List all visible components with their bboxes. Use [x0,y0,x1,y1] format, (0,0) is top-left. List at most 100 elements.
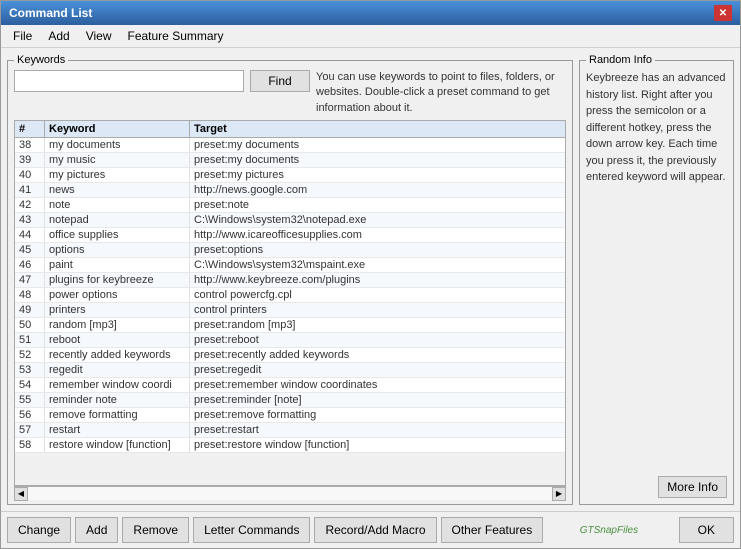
cell-num: 55 [15,393,45,407]
letter-commands-button[interactable]: Letter Commands [193,517,310,543]
cell-keyword: remove formatting [45,408,190,422]
keywords-legend: Keywords [14,54,68,66]
cell-target: preset:regedit [190,363,565,377]
table-row[interactable]: 48power optionscontrol powercfg.cpl [15,288,565,303]
keyword-table: # Keyword Target 38my documentspreset:my… [14,120,566,486]
add-button[interactable]: Add [75,517,118,543]
cell-num: 51 [15,333,45,347]
cell-num: 41 [15,183,45,197]
cell-target: preset:reboot [190,333,565,347]
table-header: # Keyword Target [15,121,565,138]
cell-target: http://news.google.com [190,183,565,197]
table-row[interactable]: 50random [mp3]preset:random [mp3] [15,318,565,333]
cell-target: http://www.keybreeze.com/plugins [190,273,565,287]
col-target-header: Target [190,121,565,137]
table-row[interactable]: 58restore window [function]preset:restor… [15,438,565,453]
menu-view[interactable]: View [78,27,120,45]
remove-button[interactable]: Remove [122,517,189,543]
cell-keyword: my documents [45,138,190,152]
table-row[interactable]: 41newshttp://news.google.com [15,183,565,198]
random-info-legend: Random Info [586,54,655,66]
menu-feature-summary[interactable]: Feature Summary [120,27,232,45]
cell-keyword: my music [45,153,190,167]
table-row[interactable]: 45optionspreset:options [15,243,565,258]
scroll-right-button[interactable]: ▶ [552,487,566,501]
table-row[interactable]: 51rebootpreset:reboot [15,333,565,348]
scroll-left-button[interactable]: ◀ [14,487,28,501]
cell-keyword: printers [45,303,190,317]
menu-add[interactable]: Add [40,27,77,45]
table-row[interactable]: 40my picturespreset:my pictures [15,168,565,183]
cell-keyword: plugins for keybreeze [45,273,190,287]
table-row[interactable]: 44office supplieshttp://www.icareoffices… [15,228,565,243]
cell-target: preset:restart [190,423,565,437]
cell-target: http://www.icareofficesupplies.com [190,228,565,242]
cell-target: preset:my documents [190,138,565,152]
horizontal-scrollbar: ◀ ▶ [14,486,566,500]
table-row[interactable]: 46paintC:\Windows\system32\mspaint.exe [15,258,565,273]
other-features-button[interactable]: Other Features [441,517,544,543]
keyword-input[interactable] [14,70,244,92]
close-button[interactable]: ✕ [714,5,732,21]
table-row[interactable]: 49printerscontrol printers [15,303,565,318]
cell-num: 53 [15,363,45,377]
right-panel: Random Info Keybreeze has an advanced hi… [579,54,734,505]
cell-target: preset:my pictures [190,168,565,182]
cell-target: preset:note [190,198,565,212]
cell-keyword: random [mp3] [45,318,190,332]
cell-keyword: note [45,198,190,212]
col-keyword-header: Keyword [45,121,190,137]
cell-target: preset:restore window [function] [190,438,565,452]
table-row[interactable]: 47plugins for keybreezehttp://www.keybre… [15,273,565,288]
main-window: Command List ✕ File Add View Feature Sum… [0,0,741,549]
table-row[interactable]: 43notepadC:\Windows\system32\notepad.exe [15,213,565,228]
cell-num: 44 [15,228,45,242]
cell-target: preset:remember window coordinates [190,378,565,392]
table-row[interactable]: 52recently added keywordspreset:recently… [15,348,565,363]
menu-file[interactable]: File [5,27,40,45]
keywords-help-text: You can use keywords to point to files, … [316,70,566,116]
cell-target: preset:my documents [190,153,565,167]
keywords-fieldset: Keywords Find You can use keywords to po… [7,54,573,505]
col-num-header: # [15,121,45,137]
record-add-macro-button[interactable]: Record/Add Macro [314,517,436,543]
table-row[interactable]: 53regeditpreset:regedit [15,363,565,378]
cell-num: 48 [15,288,45,302]
table-row[interactable]: 54remember window coordipreset:remember … [15,378,565,393]
cell-num: 40 [15,168,45,182]
snapfiles-watermark: GTSnapFiles [580,525,638,536]
cell-keyword: reminder note [45,393,190,407]
left-panel: Keywords Find You can use keywords to po… [7,54,573,505]
cell-target: control printers [190,303,565,317]
scroll-track[interactable] [28,487,552,500]
cell-keyword: restore window [function] [45,438,190,452]
cell-keyword: news [45,183,190,197]
table-row[interactable]: 57restartpreset:restart [15,423,565,438]
find-button[interactable]: Find [250,70,310,92]
cell-keyword: restart [45,423,190,437]
more-info-button[interactable]: More Info [658,476,727,498]
cell-num: 58 [15,438,45,452]
ok-button[interactable]: OK [679,517,734,543]
table-body: 38my documentspreset:my documents39my mu… [15,138,565,485]
cell-keyword: remember window coordi [45,378,190,392]
cell-keyword: power options [45,288,190,302]
cell-keyword: my pictures [45,168,190,182]
table-row[interactable]: 42notepreset:note [15,198,565,213]
cell-num: 56 [15,408,45,422]
cell-keyword: regedit [45,363,190,377]
cell-num: 49 [15,303,45,317]
main-content: Keywords Find You can use keywords to po… [1,48,740,511]
menu-bar: File Add View Feature Summary [1,25,740,48]
table-row[interactable]: 38my documentspreset:my documents [15,138,565,153]
cell-num: 47 [15,273,45,287]
table-row[interactable]: 56remove formattingpreset:remove formatt… [15,408,565,423]
table-row[interactable]: 55reminder notepreset:reminder [note] [15,393,565,408]
table-row[interactable]: 39my musicpreset:my documents [15,153,565,168]
cell-num: 42 [15,198,45,212]
cell-target: preset:remove formatting [190,408,565,422]
change-button[interactable]: Change [7,517,71,543]
title-bar: Command List ✕ [1,1,740,25]
bottom-bar: Change Add Remove Letter Commands Record… [1,511,740,548]
cell-target: preset:random [mp3] [190,318,565,332]
